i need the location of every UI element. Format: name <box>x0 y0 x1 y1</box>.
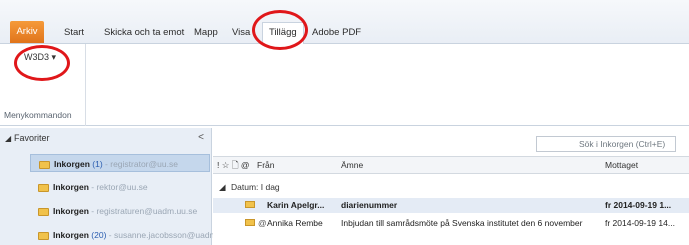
mail-row[interactable]: @ Annika Rembe Inbjudan till samrådsmöte… <box>213 216 689 231</box>
nav-item-inkorgen-registraturen[interactable]: Inkorgen - registraturen@uadm.uu.se <box>30 202 222 220</box>
nav-item-inkorgen-susanne[interactable]: Inkorgen (20) - susanne.jacobsson@uadn <box>30 226 222 244</box>
tab-arkiv[interactable]: Arkiv <box>10 21 44 43</box>
tab-start[interactable]: Start <box>64 24 84 42</box>
folder-icon <box>38 207 49 216</box>
envelope-icon <box>245 219 255 226</box>
folder-icon <box>38 231 49 240</box>
navigation-pane: ◢ Favoriter < Inkorgen (1) - registrator… <box>0 128 214 245</box>
annotation-circle-tillagg <box>252 10 308 50</box>
annotation-circle-w3d3 <box>14 45 70 81</box>
column-from-header[interactable]: Från <box>257 160 274 170</box>
favorites-label: Favoriter <box>14 133 50 143</box>
mail-list-pane: Sök i Inkorgen (Ctrl+E) ! ☆ 🗋 @ Från Ämn… <box>213 128 689 245</box>
tab-visa[interactable]: Visa <box>232 24 250 42</box>
column-received-header[interactable]: Mottaget <box>605 160 638 170</box>
search-input[interactable]: Sök i Inkorgen (Ctrl+E) <box>536 136 676 152</box>
folder-icon <box>39 160 50 169</box>
column-icons-header[interactable]: ! ☆ 🗋 @ <box>217 160 250 174</box>
ribbon-body: W3D3 ▾ Menykommandon <box>0 44 689 126</box>
folder-icon <box>38 183 49 192</box>
nav-item-inkorgen-registrator[interactable]: Inkorgen (1) - registrator@uu.se <box>30 154 210 172</box>
mail-row[interactable]: Karin Apelgr... diarienummer fr 2014-09-… <box>213 198 689 213</box>
envelope-icon <box>245 201 255 208</box>
ribbon-group-label: Menykommandon <box>4 110 72 120</box>
group-expand-icon[interactable]: ◢ <box>219 182 226 193</box>
nav-item-inkorgen-rektor[interactable]: Inkorgen - rektor@uu.se <box>30 178 222 196</box>
tab-adobe-pdf[interactable]: Adobe PDF <box>312 24 361 42</box>
ribbon-tab-bar: Arkiv Start Skicka och ta emot Mapp Visa… <box>0 0 689 44</box>
collapse-pane-icon[interactable]: < <box>198 132 204 143</box>
column-header-row: ! ☆ 🗋 @ Från Ämne Mottaget <box>213 156 689 174</box>
favorites-header[interactable]: ◢ Favoriter < <box>4 132 210 146</box>
attachment-icon: @ <box>258 218 267 228</box>
tab-mapp[interactable]: Mapp <box>194 24 218 42</box>
column-subject-header[interactable]: Ämne <box>341 160 363 170</box>
tab-skicka-och-ta-emot[interactable]: Skicka och ta emot <box>104 24 184 42</box>
expand-triangle-icon[interactable]: ◢ <box>5 134 11 143</box>
